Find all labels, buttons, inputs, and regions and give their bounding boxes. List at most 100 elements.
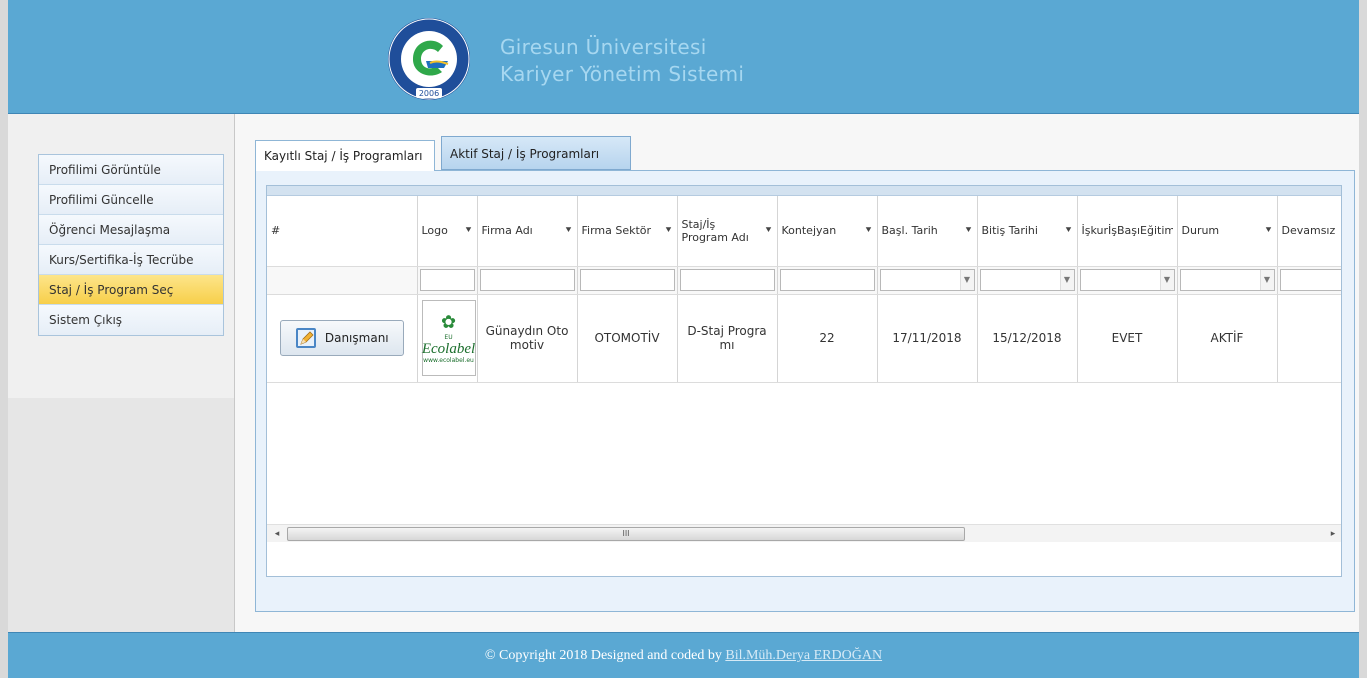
- horizontal-scrollbar[interactable]: ◂ III ▸: [267, 524, 1341, 542]
- col-header-label: İşkurİşBaşıEğitim: [1081, 224, 1173, 238]
- col-header-label: Firma Sektör: [581, 224, 652, 238]
- filter-pin-icon[interactable]: ⯆: [565, 224, 573, 237]
- dropdown-arrow-icon[interactable]: ▼: [1059, 270, 1074, 290]
- sidebar-item-profile-update[interactable]: Profilimi Güncelle: [39, 185, 223, 215]
- cell-absence: [1277, 294, 1341, 383]
- cell-start-date: 17/11/2018: [877, 294, 978, 383]
- footer-bar: © Copyright 2018 Designed and coded by B…: [8, 632, 1359, 678]
- system-name: Kariyer Yönetim Sistemi: [500, 62, 745, 86]
- filter-input-quota[interactable]: [779, 269, 875, 291]
- scroll-right-icon[interactable]: ▸: [1327, 528, 1339, 540]
- filter-pin-icon[interactable]: ⯆: [665, 224, 673, 237]
- author-link[interactable]: Bil.Müh.Derya ERDOĞAN: [725, 648, 882, 663]
- filter-pin-icon[interactable]: ⯆: [765, 224, 773, 237]
- filter-pin-icon[interactable]: ⯆: [965, 224, 973, 237]
- filter-cell-status: ▼: [1177, 266, 1278, 295]
- consultant-button[interactable]: Danışmanı: [279, 320, 404, 356]
- filter-cell-end-date: ▼: [977, 266, 1078, 295]
- university-logo: 2006: [388, 18, 470, 100]
- cell-company: Günaydın Oto motiv: [477, 294, 578, 383]
- cell-logo: ✿ EU Ecolabel www.ecolabel.eu: [417, 294, 478, 383]
- sidebar-item-messaging[interactable]: Öğrenci Mesajlaşma: [39, 215, 223, 245]
- filter-pin-icon[interactable]: ⯆: [1065, 224, 1073, 237]
- filter-cell-quota: [777, 266, 878, 295]
- tab-registered-programs[interactable]: Kayıtlı Staj / İş Programları: [255, 140, 435, 171]
- sidebar-item-logout[interactable]: Sistem Çıkış: [39, 305, 223, 335]
- sidebar-item-courses[interactable]: Kurs/Sertifika-İş Tecrübe: [39, 245, 223, 275]
- filter-cell-iskur: ▼: [1077, 266, 1178, 295]
- filter-input-company[interactable]: [479, 269, 575, 291]
- copyright-text: © Copyright 2018 Designed and coded by: [484, 648, 722, 663]
- table-header-row: # Logo ⯆ Firma Adı ⯆ Firma Sektör ⯆ Staj/İş…: [267, 196, 1341, 267]
- content-area: Profilimi Görüntüle Profilimi Güncelle Ö…: [8, 114, 1359, 632]
- filter-pin-icon[interactable]: ⯆: [1265, 224, 1273, 237]
- grid-group-panel: [267, 186, 1341, 196]
- company-logo: ✿ EU Ecolabel www.ecolabel.eu: [421, 300, 476, 376]
- col-header-absence[interactable]: Devamsız: [1277, 196, 1341, 267]
- dropdown-arrow-icon[interactable]: ▼: [1159, 270, 1174, 290]
- col-header-start-date[interactable]: Başl. Tarih ⯆: [877, 196, 978, 267]
- col-header-label: #: [271, 224, 281, 238]
- scroll-left-icon[interactable]: ◂: [271, 528, 283, 540]
- left-column-lower: [8, 398, 234, 632]
- table-row[interactable]: Danışmanı ✿ EU Ecolabel www.ecolabel.eu: [267, 294, 1341, 383]
- col-header-iskur[interactable]: İşkurİşBaşıEğitim: [1077, 196, 1178, 267]
- sidebar-item-internship-select[interactable]: Staj / İş Program Seç: [39, 275, 223, 305]
- logo-wordmark: Ecolabel: [421, 341, 476, 357]
- filter-input-logo[interactable]: [419, 269, 475, 291]
- edit-pencil-icon: [295, 328, 316, 348]
- filter-input-program[interactable]: [679, 269, 775, 291]
- scroll-thumb[interactable]: III: [287, 527, 965, 541]
- filter-pin-icon[interactable]: ⯆: [865, 224, 873, 237]
- col-header-label: Firma Adı: [481, 224, 533, 238]
- tab-active-programs[interactable]: Aktif Staj / İş Programları: [441, 136, 631, 170]
- filter-cell-company: [477, 266, 578, 295]
- programs-grid: # Logo ⯆ Firma Adı ⯆ Firma Sektör ⯆ Staj/İş…: [266, 185, 1342, 577]
- col-header-label: Kontejyan: [781, 224, 837, 238]
- cell-iskur: EVET: [1077, 294, 1178, 383]
- col-header-label: Başl. Tarih: [881, 224, 938, 238]
- filter-input-sector[interactable]: [579, 269, 675, 291]
- filter-cell-absence: [1277, 266, 1341, 295]
- programs-table: # Logo ⯆ Firma Adı ⯆ Firma Sektör ⯆ Staj/İş…: [267, 196, 1341, 383]
- tab-panel: # Logo ⯆ Firma Adı ⯆ Firma Sektör ⯆ Staj/İş…: [255, 170, 1355, 612]
- flower-icon: ✿: [440, 312, 457, 333]
- filter-cell-sector: [577, 266, 678, 295]
- cell-end-date: 15/12/2018: [977, 294, 1078, 383]
- logo-url: www.ecolabel.eu: [423, 357, 474, 364]
- filter-cell-logo: [417, 266, 478, 295]
- col-header-logo[interactable]: Logo ⯆: [417, 196, 478, 267]
- filter-cell-number: [267, 266, 418, 295]
- filter-dropdown-iskur[interactable]: ▼: [1079, 269, 1175, 291]
- dropdown-arrow-icon[interactable]: ▼: [959, 270, 974, 290]
- sidebar-item-profile-view[interactable]: Profilimi Görüntüle: [39, 155, 223, 185]
- col-header-sector[interactable]: Firma Sektör ⯆: [577, 196, 678, 267]
- col-header-status[interactable]: Durum ⯆: [1177, 196, 1278, 267]
- cell-sector: OTOMOTİV: [577, 294, 678, 383]
- filter-dropdown-status[interactable]: ▼: [1179, 269, 1275, 291]
- col-header-end-date[interactable]: Bitiş Tarihi ⯆: [977, 196, 1078, 267]
- col-header-label: Logo: [421, 224, 448, 238]
- filter-pin-icon[interactable]: ⯆: [465, 224, 473, 237]
- col-header-label: Bitiş Tarihi: [981, 224, 1038, 238]
- col-header-label: Staj/İş Program Adı: [681, 217, 749, 244]
- svg-text:2006: 2006: [419, 89, 439, 98]
- filter-dropdown-end-date[interactable]: ▼: [979, 269, 1075, 291]
- filter-dropdown-start-date[interactable]: ▼: [879, 269, 975, 291]
- sidebar-menu: Profilimi Görüntüle Profilimi Güncelle Ö…: [38, 154, 224, 336]
- cell-status: AKTİF: [1177, 294, 1278, 383]
- cell-program: D-Staj Progra mı: [677, 294, 778, 383]
- filter-cell-program: [677, 266, 778, 295]
- col-header-number: #: [267, 196, 418, 267]
- cell-action: Danışmanı: [267, 294, 418, 383]
- brand-title: Giresun Üniversitesi Kariyer Yönetim Sis…: [500, 34, 744, 88]
- filter-input-absence[interactable]: [1279, 269, 1341, 291]
- col-header-company[interactable]: Firma Adı ⯆: [477, 196, 578, 267]
- col-header-quota[interactable]: Kontejyan ⯆: [777, 196, 878, 267]
- col-header-program[interactable]: Staj/İş Program Adı ⯆: [677, 196, 778, 267]
- filter-cell-start-date: ▼: [877, 266, 978, 295]
- cell-quota: 22: [777, 294, 878, 383]
- col-header-label: Devamsız: [1281, 224, 1336, 238]
- logo-prefix: EU: [444, 334, 453, 341]
- dropdown-arrow-icon[interactable]: ▼: [1259, 270, 1274, 290]
